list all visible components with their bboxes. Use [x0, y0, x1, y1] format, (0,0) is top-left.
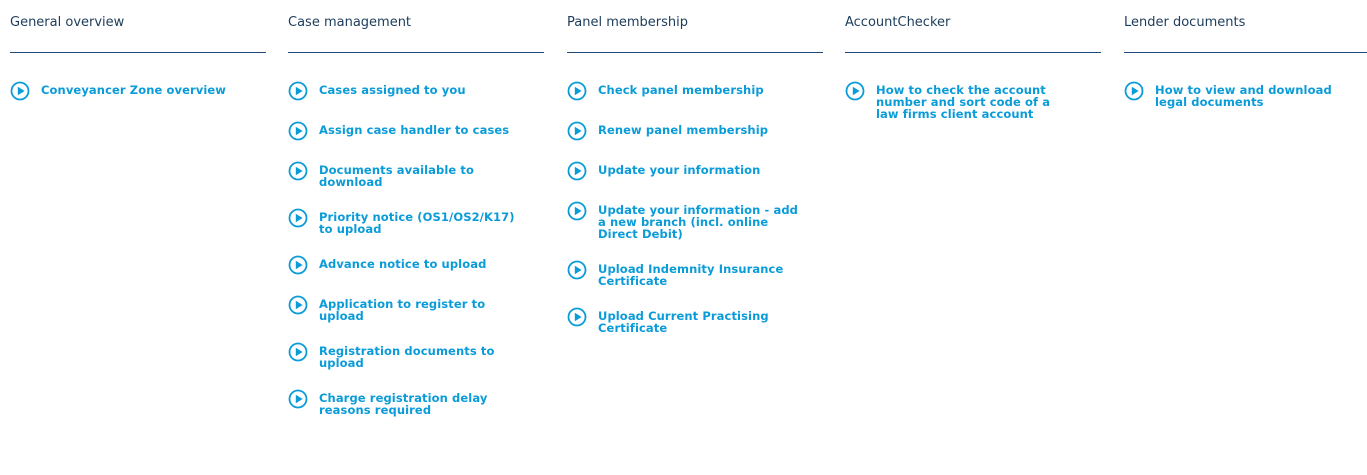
link-item[interactable]: Registration documents to upload: [288, 342, 544, 369]
link-item[interactable]: Renew panel membership: [567, 121, 823, 141]
link-label[interactable]: Check panel membership: [598, 81, 823, 96]
link-item[interactable]: Cases assigned to you: [288, 81, 544, 101]
play-circle-icon: [567, 201, 587, 221]
link-list: Conveyancer Zone overview: [10, 81, 266, 121]
play-circle-icon: [288, 255, 308, 275]
play-circle-icon: [288, 81, 308, 101]
link-label[interactable]: Priority notice (OS1/OS2/K17) to upload: [319, 208, 524, 235]
link-item[interactable]: Update your information - add a new bran…: [567, 201, 823, 240]
play-circle-icon: [567, 121, 587, 141]
divider: [1124, 52, 1367, 53]
link-label[interactable]: Charge registration delay reasons requir…: [319, 389, 514, 416]
column-title: General overview: [10, 15, 125, 30]
divider: [567, 52, 823, 53]
link-item[interactable]: Upload Indemnity Insurance Certificate: [567, 260, 823, 287]
link-item[interactable]: Conveyancer Zone overview: [10, 81, 266, 101]
link-item[interactable]: How to view and download legal documents: [1124, 81, 1367, 108]
link-list: How to check the account number and sort…: [845, 81, 1101, 140]
link-label[interactable]: Update your information - add a new bran…: [598, 201, 808, 240]
link-item[interactable]: Charge registration delay reasons requir…: [288, 389, 544, 416]
play-circle-icon: [288, 208, 308, 228]
play-circle-icon: [567, 161, 587, 181]
link-label[interactable]: Conveyancer Zone overview: [41, 81, 266, 96]
play-circle-icon: [288, 161, 308, 181]
link-label[interactable]: Renew panel membership: [598, 121, 823, 136]
link-item[interactable]: Priority notice (OS1/OS2/K17) to upload: [288, 208, 544, 235]
play-circle-icon: [845, 81, 865, 101]
link-label[interactable]: Upload Indemnity Insurance Certificate: [598, 260, 823, 287]
play-circle-icon: [288, 342, 308, 362]
link-label[interactable]: Registration documents to upload: [319, 342, 524, 369]
link-item[interactable]: Documents available to download: [288, 161, 544, 188]
link-label[interactable]: Cases assigned to you: [319, 81, 544, 96]
link-label[interactable]: Advance notice to upload: [319, 255, 544, 270]
link-list: Check panel membership Renew panel membe…: [567, 81, 823, 354]
link-label[interactable]: Application to register to upload: [319, 295, 514, 322]
link-item[interactable]: How to check the account number and sort…: [845, 81, 1101, 120]
play-circle-icon: [567, 81, 587, 101]
link-list: Cases assigned to you Assign case handle…: [288, 81, 544, 436]
link-label[interactable]: Update your information: [598, 161, 823, 176]
play-circle-icon: [567, 260, 587, 280]
link-label[interactable]: How to check the account number and sort…: [876, 81, 1076, 120]
play-circle-icon: [1124, 81, 1144, 101]
link-label[interactable]: Upload Current Practising Certificate: [598, 307, 803, 334]
link-item[interactable]: Upload Current Practising Certificate: [567, 307, 823, 334]
link-item[interactable]: Update your information: [567, 161, 823, 181]
link-item[interactable]: Application to register to upload: [288, 295, 544, 322]
link-item[interactable]: Advance notice to upload: [288, 255, 544, 275]
play-circle-icon: [288, 295, 308, 315]
link-label[interactable]: How to view and download legal documents: [1155, 81, 1365, 108]
play-circle-icon: [288, 121, 308, 141]
column-title: AccountChecker: [845, 15, 951, 30]
link-item[interactable]: Assign case handler to cases: [288, 121, 544, 141]
divider: [10, 52, 266, 53]
column-title: Panel membership: [567, 15, 688, 30]
column-title: Lender documents: [1124, 15, 1246, 30]
play-circle-icon: [10, 81, 30, 101]
link-item[interactable]: Check panel membership: [567, 81, 823, 101]
link-list: How to view and download legal documents: [1124, 81, 1367, 128]
divider: [288, 52, 544, 53]
play-circle-icon: [288, 389, 308, 409]
play-circle-icon: [567, 307, 587, 327]
divider: [845, 52, 1101, 53]
link-label[interactable]: Documents available to download: [319, 161, 499, 188]
column-title: Case management: [288, 15, 412, 30]
link-label[interactable]: Assign case handler to cases: [319, 121, 544, 136]
